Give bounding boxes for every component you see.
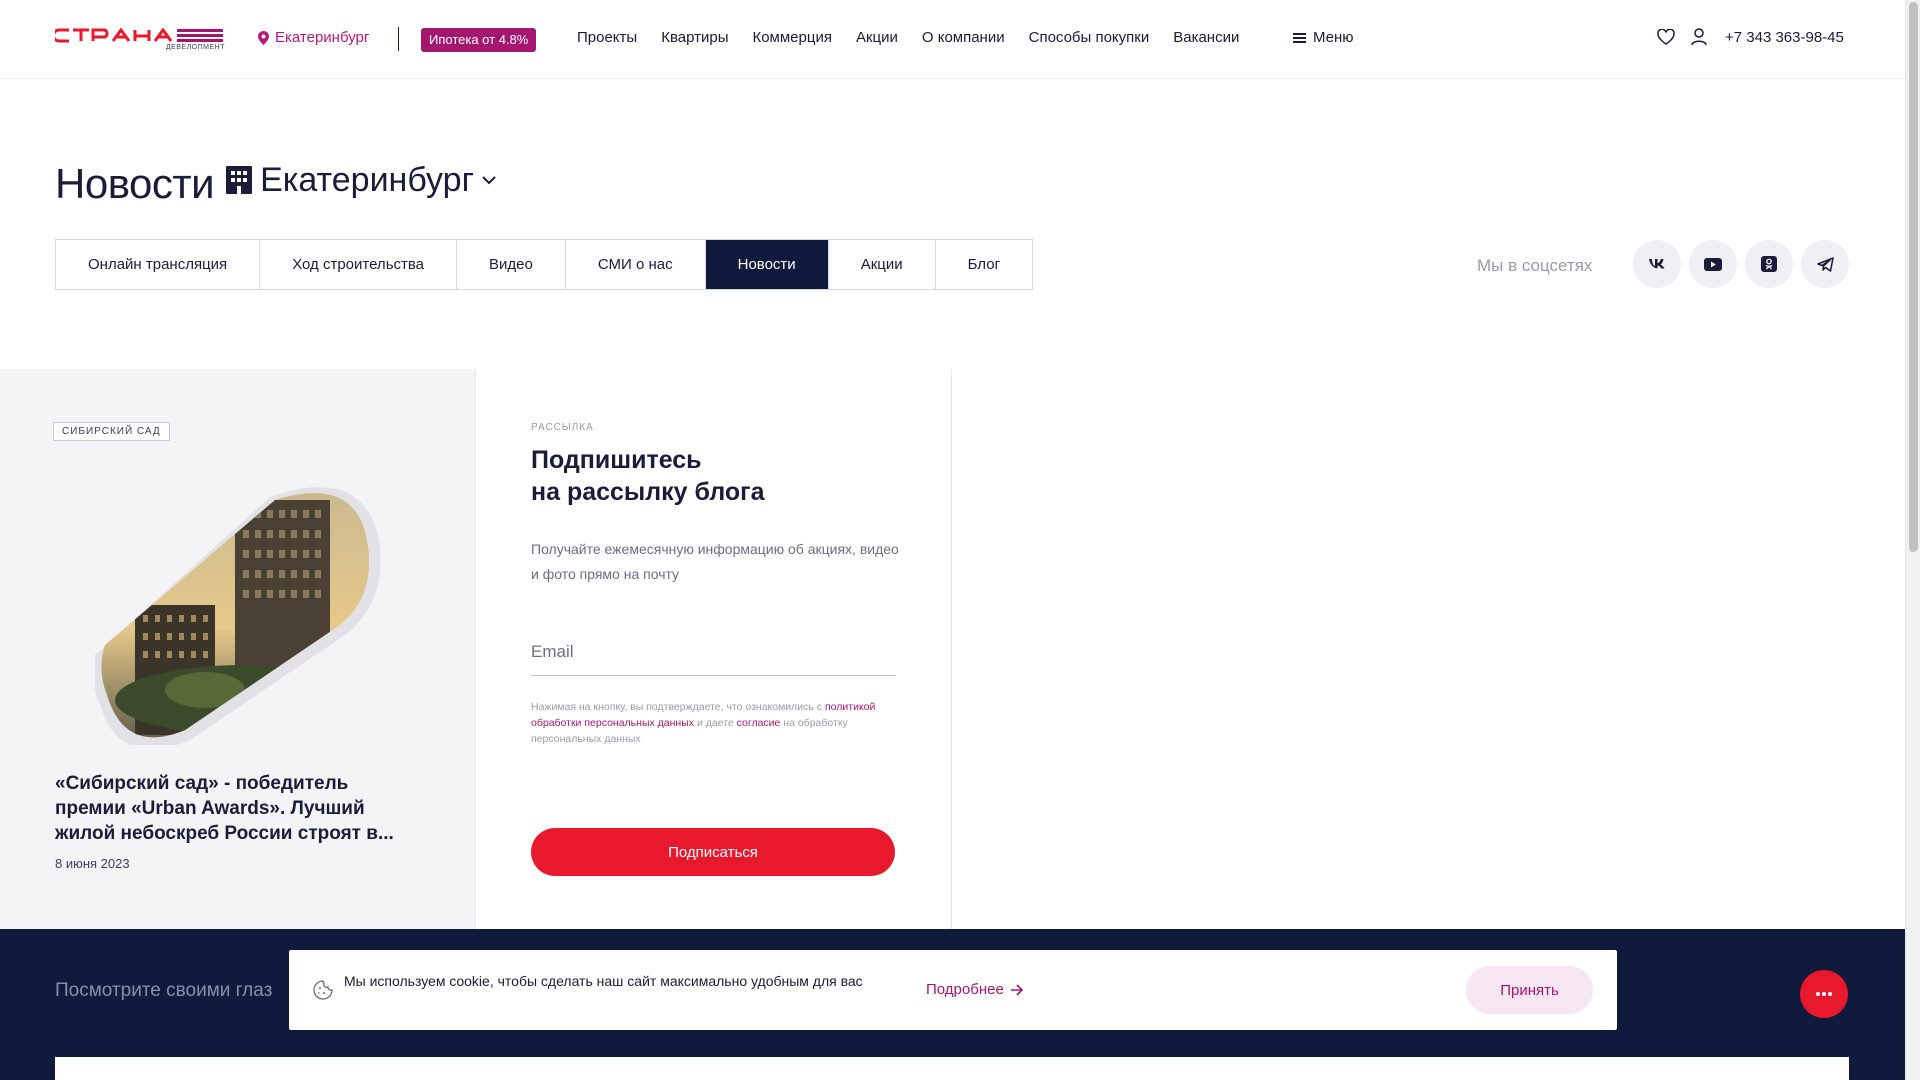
menu-label: Меню	[1313, 29, 1354, 46]
cookie-more-link[interactable]: Подробнее	[926, 981, 1024, 998]
scrollbar[interactable]	[1905, 0, 1920, 1080]
page: ДЕВЕЛОПМЕНТ Екатеринбург Ипотека от 4.8%…	[0, 0, 1920, 1080]
cookie-text: Мы используем cookie, чтобы сделать наш …	[344, 973, 863, 989]
subscribe-title: Подпишитесь на рассылку блога	[531, 444, 861, 508]
news-date: 8 июня 2023	[55, 856, 130, 871]
heart-icon	[1657, 28, 1675, 45]
cookie-banner: Мы используем cookie, чтобы сделать наш …	[289, 950, 1617, 1030]
nav-item-promotions[interactable]: Акции	[856, 29, 898, 46]
nav-item-projects[interactable]: Проекты	[577, 29, 637, 46]
tab-online-broadcast[interactable]: Онлайн трансляция	[56, 240, 261, 289]
socials-label: Мы в соцсетях	[1477, 256, 1593, 275]
youtube-icon	[1704, 257, 1722, 271]
band-content-area	[55, 1057, 1849, 1080]
user-icon	[1691, 28, 1707, 46]
odnoklassniki-button[interactable]	[1745, 240, 1793, 288]
header-actions	[1657, 28, 1707, 51]
vk-icon	[1649, 259, 1665, 269]
more-dots-icon	[1816, 992, 1832, 996]
cookie-icon	[313, 980, 333, 1000]
odnoklassniki-icon	[1761, 256, 1777, 272]
tab-promotions[interactable]: Акции	[829, 240, 936, 289]
telegram-button[interactable]	[1801, 240, 1849, 288]
telegram-icon	[1816, 256, 1834, 272]
account-button[interactable]	[1691, 28, 1707, 51]
location-pin-icon	[258, 30, 269, 45]
news-image	[95, 486, 381, 745]
cookie-accept-button[interactable]: Принять	[1466, 966, 1593, 1014]
tab-video[interactable]: Видео	[457, 240, 566, 289]
site-header: ДЕВЕЛОПМЕНТ Екатеринбург Ипотека от 4.8%…	[0, 0, 1905, 79]
logo-wordmark	[55, 28, 223, 43]
email-field[interactable]	[531, 629, 896, 676]
social-links	[1633, 240, 1849, 288]
nav-item-about[interactable]: О компании	[922, 29, 1005, 46]
scrollbar-thumb[interactable]	[1909, 2, 1918, 552]
consent-prefix: Нажимая на кнопку, вы подтверждаете, что…	[531, 701, 823, 713]
consent-text: Нажимая на кнопку, вы подтверждаете, что…	[531, 699, 901, 747]
cookie-more-label: Подробнее	[926, 981, 1004, 998]
phone-link[interactable]: +7 343 363-98-45	[1725, 29, 1844, 46]
title-row: Новости Екатеринбург	[55, 160, 496, 208]
city-label: Екатеринбург	[275, 29, 370, 46]
category-tabs: Онлайн трансляция Ход строительства Виде…	[55, 239, 1034, 290]
nav-item-apartments[interactable]: Квартиры	[661, 29, 728, 46]
consent-mid: и даете	[696, 717, 734, 729]
page-title: Новости	[55, 160, 215, 207]
more-actions-button[interactable]	[1800, 970, 1848, 1018]
tab-news[interactable]: Новости	[705, 240, 829, 289]
building-icon	[226, 166, 253, 194]
chevron-down-icon	[482, 176, 496, 185]
menu-button[interactable]: Меню	[1293, 29, 1354, 46]
favorites-button[interactable]	[1657, 28, 1675, 50]
band-heading: Посмотрите своими глаз	[55, 980, 273, 1001]
subscribe-title-line2: на рассылку блога	[531, 478, 765, 506]
subscribe-card: РАССЫЛКА Подпишитесь на рассылку блога П…	[476, 369, 952, 929]
logo-subtitle: ДЕВЕЛОПМЕНТ	[165, 44, 225, 51]
vk-button[interactable]	[1633, 240, 1681, 288]
subscribe-title-line1: Подпишитесь	[531, 446, 702, 474]
nav-item-purchase-methods[interactable]: Способы покупки	[1029, 29, 1150, 46]
divider	[398, 27, 399, 51]
subscribe-description: Получайте ежемесячную информацию об акци…	[531, 541, 899, 582]
city-selector[interactable]: Екатеринбург	[258, 29, 369, 46]
tab-construction-progress[interactable]: Ход строительства	[260, 240, 458, 289]
mortgage-badge[interactable]: Ипотека от 4.8%	[421, 28, 537, 52]
nav-item-commercial[interactable]: Коммерция	[752, 29, 831, 46]
consent-link[interactable]: согласие	[737, 717, 781, 729]
hamburger-icon	[1293, 32, 1306, 43]
news-card[interactable]: СИБИРСКИЙ САД «Сибирский сад» - победите…	[0, 369, 476, 929]
tab-media-about-us[interactable]: СМИ о нас	[566, 240, 706, 289]
main-nav: Проекты Квартиры Коммерция Акции О компа…	[577, 29, 1239, 46]
nav-item-vacancies[interactable]: Вакансии	[1173, 29, 1239, 46]
city-dropdown-label: Екатеринбург	[260, 160, 474, 199]
city-dropdown[interactable]: Екатеринбург	[226, 161, 496, 200]
arrow-right-icon	[1010, 983, 1023, 996]
project-tag[interactable]: СИБИРСКИЙ САД	[53, 422, 170, 441]
youtube-button[interactable]	[1689, 240, 1737, 288]
subscribe-kicker: РАССЫЛКА	[531, 422, 594, 433]
logo[interactable]: ДЕВЕЛОПМЕНТ	[55, 28, 225, 52]
tab-blog[interactable]: Блог	[936, 240, 1032, 289]
news-title[interactable]: «Сибирский сад» - победитель премии «Urb…	[55, 771, 415, 846]
subscribe-button[interactable]: Подписаться	[531, 828, 895, 876]
